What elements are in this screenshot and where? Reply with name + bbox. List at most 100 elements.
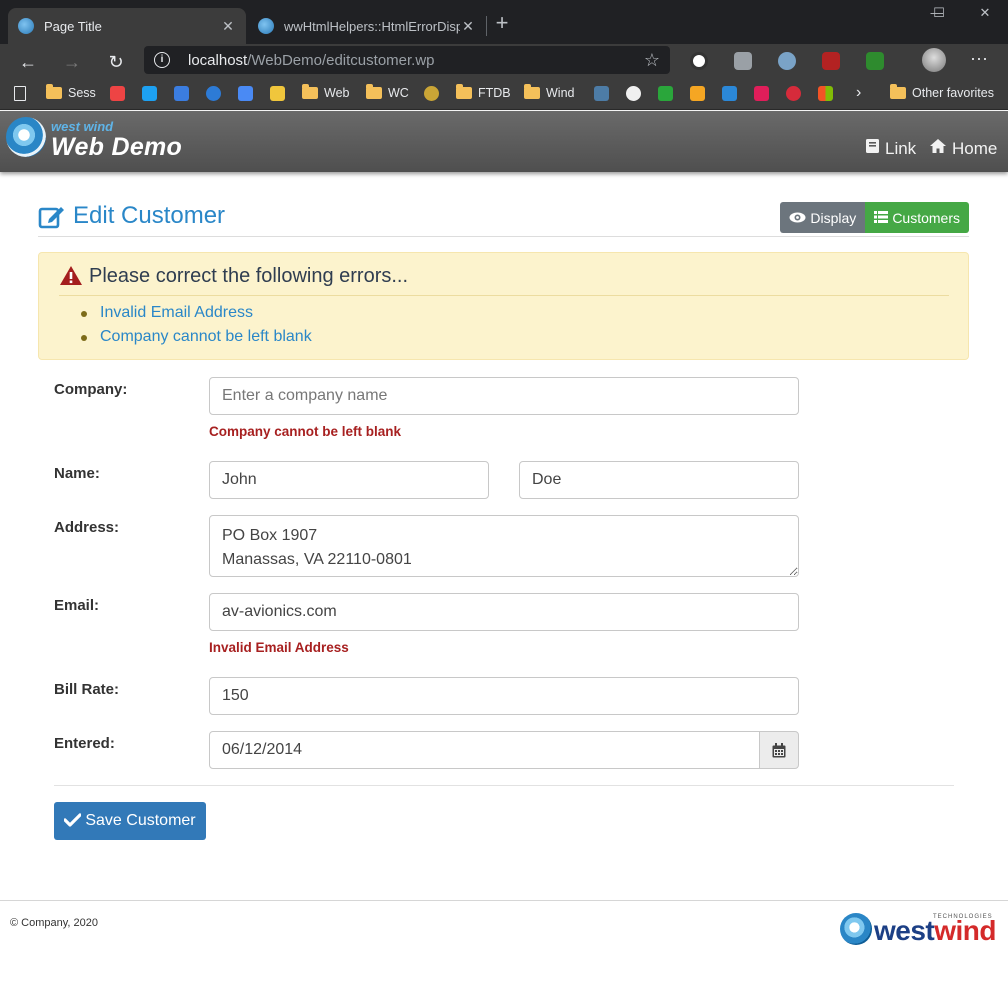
- error-summary-title: Please correct the following errors...: [89, 265, 409, 287]
- display-button[interactable]: Display: [780, 202, 866, 233]
- bookmark-contacts-icon[interactable]: [206, 78, 221, 108]
- ublock-icon[interactable]: [822, 52, 840, 70]
- download-icon[interactable]: [866, 52, 884, 70]
- form-divider: [54, 785, 954, 786]
- page-title: Edit Customer: [38, 202, 225, 230]
- west-wind-globe-icon: [840, 913, 872, 945]
- bookmark-microsoft-icon[interactable]: [818, 78, 833, 108]
- calendar-icon: [772, 742, 786, 757]
- bookmark-github-icon[interactable]: [626, 78, 641, 108]
- bookmark-sess[interactable]: Sess: [46, 78, 96, 108]
- date-picker-button[interactable]: [759, 731, 799, 769]
- brand-title[interactable]: Web Demo: [51, 133, 182, 162]
- bookmark-todo-icon[interactable]: [722, 78, 737, 108]
- forward-icon[interactable]: →: [58, 48, 86, 76]
- url-host: localhost: [188, 51, 248, 69]
- browser-tab-active[interactable]: Page Title ✕: [8, 8, 246, 44]
- page-favicon-icon: [258, 18, 274, 34]
- browser-tab-inactive[interactable]: wwHtmlHelpers::HtmlErrorDisplay ✕: [248, 8, 486, 44]
- folder-icon: [366, 84, 382, 99]
- back-icon[interactable]: ←: [14, 48, 42, 76]
- error-summary-header: Please correct the following errors...: [59, 265, 949, 296]
- error-summary-alert: Please correct the following errors... I…: [38, 252, 969, 360]
- page-header: Edit Customer Display Customers: [38, 202, 969, 237]
- address-textarea[interactable]: PO Box 1907 Manassas, VA 22110-0801: [209, 515, 799, 577]
- nav-link-label: Link: [885, 138, 917, 158]
- footer-divider: [0, 900, 1008, 901]
- bookmark-notes-icon[interactable]: [270, 78, 285, 108]
- address-label: Address:: [54, 519, 120, 536]
- extension-1-icon[interactable]: [690, 52, 708, 70]
- bookmark-page-icon[interactable]: [14, 78, 26, 108]
- close-tab-icon[interactable]: ✕: [220, 18, 236, 35]
- maximize-icon[interactable]: ☐: [916, 2, 962, 24]
- bookmark-app-icon[interactable]: [594, 78, 609, 108]
- nav-home[interactable]: Home: [929, 138, 997, 159]
- bookmark-ftdb[interactable]: FTDB: [456, 78, 511, 108]
- eye-icon: [789, 210, 806, 226]
- list-icon: [874, 210, 889, 226]
- email-error: Invalid Email Address: [209, 640, 349, 655]
- url-path: /WebDemo/editcustomer.wp: [247, 51, 435, 69]
- bill-rate-input[interactable]: [209, 677, 799, 715]
- bookmarks-bar: Sess Web WC FTDB Wind › Other favorites: [0, 78, 1008, 110]
- entered-date-input[interactable]: [209, 731, 760, 769]
- bookmark-translate-icon[interactable]: [238, 78, 253, 108]
- customers-button[interactable]: Customers: [865, 202, 969, 233]
- page-actions: Display Customers: [780, 202, 969, 233]
- bookmark-other-favorites[interactable]: Other favorites: [890, 78, 994, 108]
- last-name-input[interactable]: [519, 461, 799, 499]
- folder-icon: [302, 84, 318, 99]
- more-menu-icon[interactable]: ···: [970, 48, 988, 69]
- checkmark-icon: [63, 812, 82, 830]
- bookmark-slack-icon[interactable]: [754, 78, 769, 108]
- bookmark-wc[interactable]: WC: [366, 78, 409, 108]
- extension-3-icon[interactable]: [778, 52, 796, 70]
- error-link-company[interactable]: Company cannot be left blank: [79, 326, 312, 350]
- extension-2-icon[interactable]: [734, 52, 752, 70]
- address-bar[interactable]: i localhost /WebDemo/editcustomer.wp ☆: [144, 46, 670, 74]
- west-wind-footer-logo[interactable]: TECHNOLOGIES westwind: [840, 911, 998, 951]
- chevron-right-icon[interactable]: ›: [856, 78, 861, 108]
- edit-icon: [38, 206, 64, 228]
- error-link-email[interactable]: Invalid Email Address: [79, 302, 312, 326]
- bookmark-circle-icon[interactable]: [424, 78, 439, 108]
- bookmark-twitter-icon[interactable]: [142, 78, 157, 108]
- west-wind-logo-icon[interactable]: [6, 117, 46, 157]
- tab-separator: [486, 16, 487, 36]
- profile-avatar[interactable]: [922, 48, 946, 72]
- bookmark-td-icon[interactable]: [658, 78, 673, 108]
- favorite-star-icon[interactable]: ☆: [644, 50, 660, 71]
- nav-home-label: Home: [952, 138, 998, 158]
- bookmark-target-icon[interactable]: [786, 78, 801, 108]
- new-tab-button[interactable]: +: [490, 12, 514, 36]
- first-name-input[interactable]: [209, 461, 489, 499]
- save-customer-button[interactable]: Save Customer: [54, 802, 206, 840]
- bookmark-check-icon[interactable]: [690, 78, 705, 108]
- folder-icon: [524, 84, 540, 99]
- bookmark-gmail-icon[interactable]: [110, 78, 125, 108]
- bookmark-web[interactable]: Web: [302, 78, 349, 108]
- company-error: Company cannot be left blank: [209, 424, 402, 439]
- company-input[interactable]: [209, 377, 799, 415]
- brand-small[interactable]: west wind: [51, 119, 113, 134]
- reload-icon[interactable]: ↻: [102, 48, 130, 76]
- close-tab-icon[interactable]: ✕: [460, 18, 476, 35]
- email-label: Email:: [54, 597, 100, 614]
- email-input[interactable]: [209, 593, 799, 631]
- nav-link[interactable]: Link: [865, 138, 916, 159]
- bill-rate-label: Bill Rate:: [54, 681, 120, 698]
- page-favicon-icon: [18, 18, 34, 34]
- folder-icon: [456, 84, 472, 99]
- site-info-icon[interactable]: i: [154, 52, 170, 68]
- tab-title: wwHtmlHelpers::HtmlErrorDisplay: [284, 18, 460, 34]
- close-window-icon[interactable]: ✕: [962, 2, 1008, 24]
- folder-icon: [890, 84, 906, 99]
- folder-icon: [46, 84, 62, 99]
- bookmark-calendar-icon[interactable]: [174, 78, 189, 108]
- home-icon: [929, 138, 947, 159]
- page-title-text: Edit Customer: [73, 202, 226, 229]
- company-label: Company:: [54, 381, 128, 398]
- copyright: © Company, 2020: [10, 917, 99, 929]
- bookmark-wind[interactable]: Wind: [524, 78, 574, 108]
